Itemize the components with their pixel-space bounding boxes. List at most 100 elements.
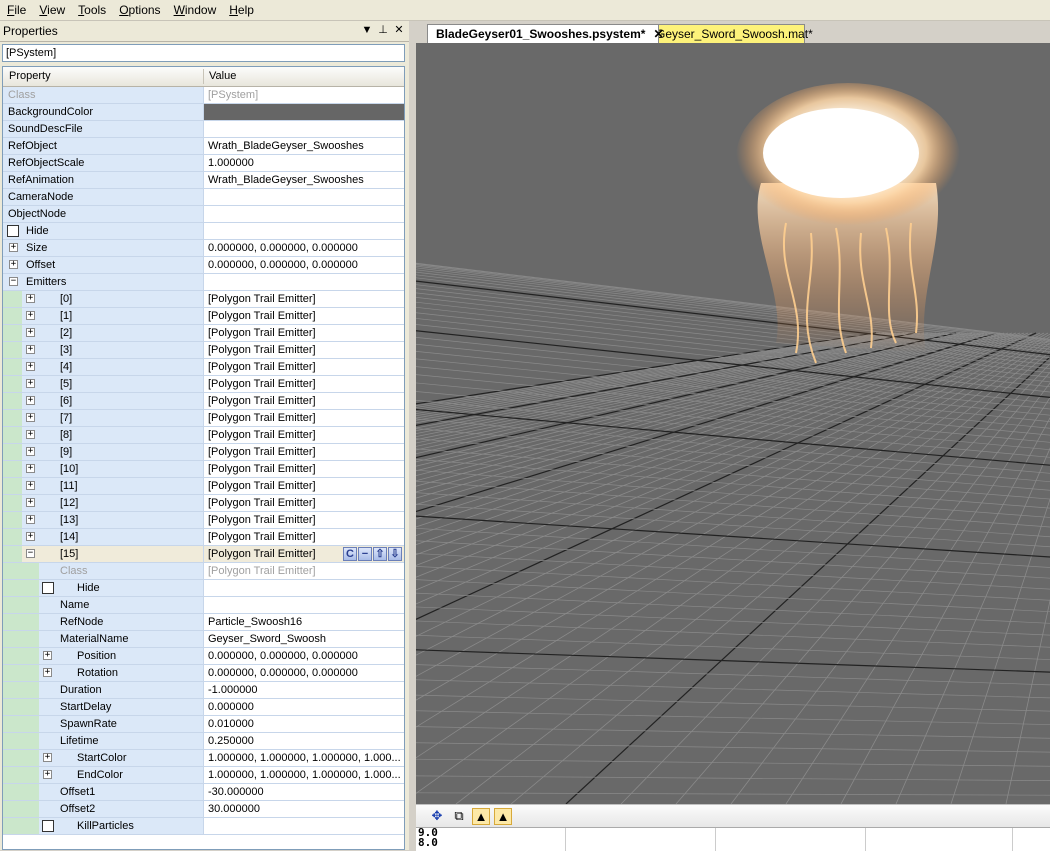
kill-particles-checkbox[interactable]	[42, 820, 54, 832]
expand-icon[interactable]: +	[26, 481, 35, 490]
remove-emitter-button[interactable]: −	[358, 547, 372, 561]
tab-material[interactable]: Geyser_Sword_Swoosh.mat*	[647, 24, 813, 43]
menu-view[interactable]: View	[32, 0, 71, 20]
expand-icon[interactable]: +	[26, 430, 35, 439]
sub-prop-row-duration[interactable]: Duration -1.000000	[3, 682, 404, 699]
cube-view-icon[interactable]: ⧉	[450, 808, 468, 825]
background-color-swatch[interactable]	[204, 104, 404, 120]
expand-icon[interactable]: +	[26, 464, 35, 473]
hide-checkbox[interactable]	[7, 225, 19, 237]
emitter-row[interactable]: + [9] [Polygon Trail Emitter]	[3, 444, 404, 461]
expand-icon[interactable]: +	[26, 294, 35, 303]
3d-viewport[interactable]	[416, 43, 1050, 804]
emitter-row[interactable]: + [10] [Polygon Trail Emitter]	[3, 461, 404, 478]
emitter-row[interactable]: + [3] [Polygon Trail Emitter]	[3, 342, 404, 359]
menu-help[interactable]: Help	[222, 0, 260, 20]
prop-row-hide[interactable]: Hide	[3, 223, 404, 240]
expand-icon[interactable]: +	[26, 362, 35, 371]
solid-grid-icon[interactable]: ▲	[494, 808, 512, 825]
emitter-row[interactable]: + [8] [Polygon Trail Emitter]	[3, 427, 404, 444]
prop-row-camera-node[interactable]: CameraNode	[3, 189, 404, 206]
prop-row-object-node[interactable]: ObjectNode	[3, 206, 404, 223]
viewport-scene	[416, 83, 1050, 804]
expand-icon[interactable]: +	[26, 396, 35, 405]
emitter-row[interactable]: + [4] [Polygon Trail Emitter]	[3, 359, 404, 376]
expand-icon[interactable]: +	[26, 413, 35, 422]
copy-emitter-button[interactable]: C	[343, 547, 357, 561]
collapse-icon[interactable]: −	[26, 549, 35, 558]
expand-icon[interactable]: +	[26, 328, 35, 337]
sub-prop-row-rotation[interactable]: + Rotation 0.000000, 0.000000, 0.000000	[3, 665, 404, 682]
prop-row-class: Class [PSystem]	[3, 87, 404, 104]
move-down-button[interactable]: ⇩	[388, 547, 402, 561]
expand-icon[interactable]: +	[26, 345, 35, 354]
emitter-hide-checkbox[interactable]	[42, 582, 54, 594]
prop-row-size[interactable]: + Size 0.000000, 0.000000, 0.000000	[3, 240, 404, 257]
sub-prop-row-position[interactable]: + Position 0.000000, 0.000000, 0.000000	[3, 648, 404, 665]
sub-prop-row-offset2[interactable]: Offset2 30.000000	[3, 801, 404, 818]
menu-options[interactable]: Options	[112, 0, 166, 20]
properties-panel: Properties ▼ ⊥ ✕ [PSystem] Property Valu…	[0, 21, 409, 850]
sub-prop-row-offset1[interactable]: Offset1 -30.000000	[3, 784, 404, 801]
expand-icon[interactable]: +	[43, 753, 52, 762]
move-gizmo-icon[interactable]: ✥	[428, 808, 446, 825]
expand-icon[interactable]: +	[26, 447, 35, 456]
sub-prop-row-start-color[interactable]: + StartColor 1.000000, 1.000000, 1.00000…	[3, 750, 404, 767]
emitter-row[interactable]: + [2] [Polygon Trail Emitter]	[3, 325, 404, 342]
expand-icon[interactable]: +	[26, 379, 35, 388]
menu-file[interactable]: File	[0, 0, 32, 20]
expand-icon[interactable]: +	[26, 532, 35, 541]
wireframe-grid-icon[interactable]: ▲	[472, 808, 490, 825]
emitter-row[interactable]: + [14] [Polygon Trail Emitter]	[3, 529, 404, 546]
emitter-row[interactable]: + [5] [Polygon Trail Emitter]	[3, 376, 404, 393]
expand-icon[interactable]: +	[43, 770, 52, 779]
prop-row-ref-object-scale[interactable]: RefObjectScale 1.000000	[3, 155, 404, 172]
prop-row-emitters[interactable]: − Emitters	[3, 274, 404, 291]
expand-icon[interactable]: +	[9, 243, 18, 252]
menu-bar: File View Tools Options Window Help	[0, 0, 1050, 21]
emitter-row[interactable]: + [13] [Polygon Trail Emitter]	[3, 512, 404, 529]
emitter-row[interactable]: + [1] [Polygon Trail Emitter]	[3, 308, 404, 325]
close-icon[interactable]: ✕	[393, 24, 405, 36]
pin-icon[interactable]: ⊥	[377, 24, 389, 36]
emitter-row[interactable]: + [12] [Polygon Trail Emitter]	[3, 495, 404, 512]
expand-icon[interactable]: +	[43, 668, 52, 677]
prop-row-ref-object[interactable]: RefObject Wrath_BladeGeyser_Swooshes	[3, 138, 404, 155]
panel-dropdown-icon[interactable]: ▼	[361, 24, 373, 36]
tab-psystem[interactable]: BladeGeyser01_Swooshes.psystem* ✕	[427, 24, 664, 43]
object-name-field[interactable]: [PSystem]	[2, 44, 405, 62]
emitter-row[interactable]: + [0] [Polygon Trail Emitter]	[3, 291, 404, 308]
emitter-row[interactable]: + [7] [Polygon Trail Emitter]	[3, 410, 404, 427]
expand-icon[interactable]: +	[9, 260, 18, 269]
emitter-row[interactable]: + [6] [Polygon Trail Emitter]	[3, 393, 404, 410]
log-line: 9.0	[418, 826, 438, 839]
collapse-icon[interactable]: −	[9, 277, 18, 286]
sub-prop-row-name[interactable]: Name	[3, 597, 404, 614]
column-header-value[interactable]: Value	[209, 70, 236, 82]
close-tab-icon[interactable]: ✕	[653, 27, 663, 41]
emitter-row[interactable]: + [11] [Polygon Trail Emitter]	[3, 478, 404, 495]
menu-window[interactable]: Window	[167, 0, 223, 20]
expand-icon[interactable]: +	[26, 515, 35, 524]
panel-title-bar: Properties ▼ ⊥ ✕	[0, 21, 409, 42]
sub-prop-row-start-delay[interactable]: StartDelay 0.000000	[3, 699, 404, 716]
expand-icon[interactable]: +	[26, 498, 35, 507]
sub-prop-row-kill-particles[interactable]: KillParticles	[3, 818, 404, 835]
sub-prop-row-ref-node[interactable]: RefNode Particle_Swoosh16	[3, 614, 404, 631]
sub-prop-row-material-name[interactable]: MaterialName Geyser_Sword_Swoosh	[3, 631, 404, 648]
prop-row-ref-animation[interactable]: RefAnimation Wrath_BladeGeyser_Swooshes	[3, 172, 404, 189]
sub-prop-row-end-color[interactable]: + EndColor 1.000000, 1.000000, 1.000000,…	[3, 767, 404, 784]
emitter-row-selected[interactable]: − [15] [Polygon Trail Emitter] C − ⇧ ⇩	[3, 546, 404, 563]
sub-prop-row-hide[interactable]: Hide	[3, 580, 404, 597]
prop-row-background-color[interactable]: BackgroundColor	[3, 104, 404, 121]
column-header-property[interactable]: Property	[9, 70, 51, 82]
sub-prop-row-lifetime[interactable]: Lifetime 0.250000	[3, 733, 404, 750]
property-grid-header: Property Value	[3, 67, 404, 87]
expand-icon[interactable]: +	[43, 651, 52, 660]
prop-row-offset[interactable]: + Offset 0.000000, 0.000000, 0.000000	[3, 257, 404, 274]
expand-icon[interactable]: +	[26, 311, 35, 320]
move-up-button[interactable]: ⇧	[373, 547, 387, 561]
sub-prop-row-spawn-rate[interactable]: SpawnRate 0.010000	[3, 716, 404, 733]
menu-tools[interactable]: Tools	[71, 0, 112, 20]
prop-row-sound-desc-file[interactable]: SoundDescFile	[3, 121, 404, 138]
